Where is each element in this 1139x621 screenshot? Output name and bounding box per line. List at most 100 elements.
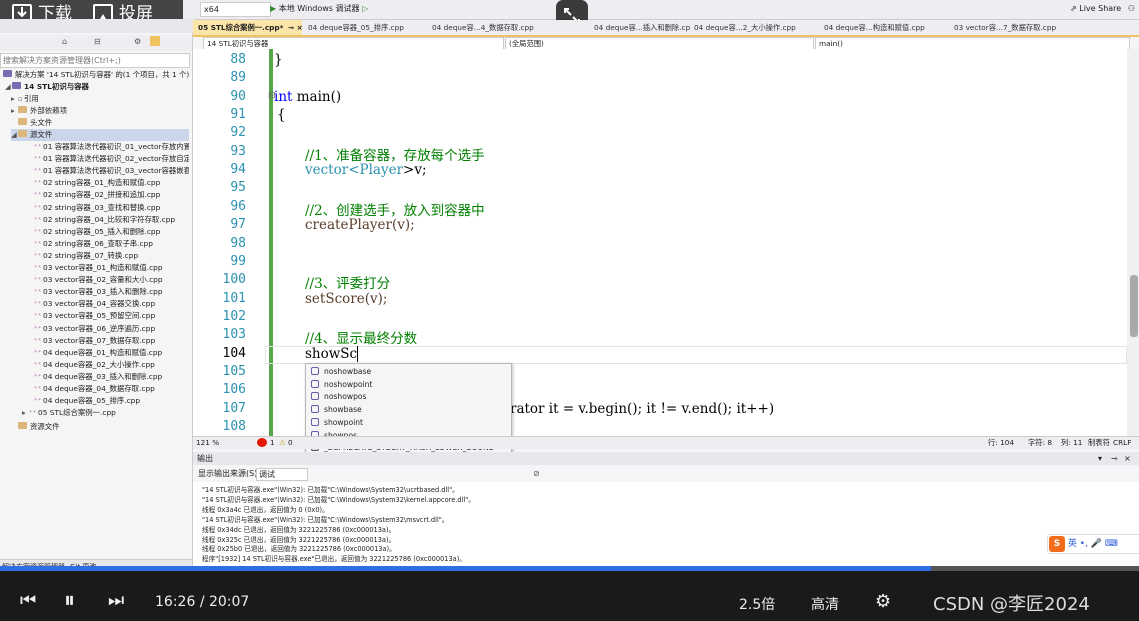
clear-output-icon[interactable]: ⊘ bbox=[533, 467, 540, 481]
collapse-arrow-icon[interactable]: ▸ bbox=[11, 93, 18, 105]
pin-icon[interactable]: ⊸ bbox=[1111, 452, 1118, 465]
close-icon[interactable]: × bbox=[297, 23, 302, 32]
intellisense-item[interactable]: noshowpos bbox=[308, 391, 508, 403]
source-file-item[interactable]: ⁺⁺ 02 string容器_01_构造和赋值.cpp bbox=[34, 177, 189, 189]
expand-arrow-icon[interactable]: ◢ bbox=[11, 129, 18, 141]
enum-member-icon bbox=[311, 405, 319, 414]
tab-deque-size[interactable]: 04 deque容...2_大小操作.cpp bbox=[689, 20, 820, 35]
source-file-item[interactable]: ⁺⁺ 03 vector容器_05_预留空间.cpp bbox=[34, 310, 189, 322]
source-file-item[interactable]: ⁺⁺ 03 vector容器_03_插入和删除.cpp bbox=[34, 286, 189, 298]
source-file-item[interactable]: ⁺⁺ 02 string容器_03_查找和替换.cpp bbox=[34, 202, 189, 214]
intellisense-item[interactable]: showpoint bbox=[308, 417, 508, 429]
collapse-arrow-icon[interactable]: ▸ bbox=[22, 407, 29, 419]
start-no-debug-icon[interactable]: ▷ bbox=[362, 4, 368, 13]
microphone-icon[interactable]: 🎤 bbox=[1091, 539, 1102, 549]
source-file-item[interactable]: ⁺⁺ 03 vector容器_01_构造和赋值.cpp bbox=[34, 262, 189, 274]
source-file-label: 04 deque容器_01_构造和赋值.cpp bbox=[43, 347, 163, 357]
collapse-icon[interactable]: ⊟ bbox=[94, 37, 101, 46]
tab-deque-sort[interactable]: 04 deque容器_05_排序.cpp bbox=[303, 20, 428, 35]
source-file-item[interactable]: ⁺⁺ 02 string容器_04_比较和字符存取.cpp bbox=[34, 214, 189, 226]
intellisense-item-label: noshowpos bbox=[324, 392, 367, 402]
zoom-level[interactable]: 121 % bbox=[196, 437, 219, 449]
ime-mode-label[interactable]: 英 bbox=[1068, 539, 1077, 549]
previous-icon[interactable]: ⏮ bbox=[20, 590, 36, 611]
dropdown-icon[interactable]: ▾ bbox=[1098, 452, 1102, 465]
source-file-item[interactable]: ⁺⁺ 03 vector容器_02_容量和大小.cpp bbox=[34, 274, 189, 286]
tab-deque-access[interactable]: 04 deque容...4_数据存取.cpp bbox=[427, 20, 560, 35]
warning-count[interactable]: 0 bbox=[288, 437, 293, 449]
home-icon[interactable]: ⌂ bbox=[62, 37, 67, 46]
speed-button[interactable]: 2.5倍 bbox=[739, 594, 775, 614]
intellisense-item[interactable]: showbase bbox=[308, 404, 508, 416]
settings-icon[interactable]: ⚙ bbox=[875, 591, 891, 612]
intellisense-item[interactable]: noshowbase bbox=[308, 366, 508, 378]
source-file-item[interactable]: ⁺⁺ 02 string容器_02_拼接和追加.cpp bbox=[34, 189, 189, 201]
source-file-item[interactable]: ⁺⁺ 04 deque容器_01_构造和赋值.cpp bbox=[34, 347, 189, 359]
tree-node-refs[interactable]: ▸ ▫引用 bbox=[11, 93, 189, 105]
platform-dropdown[interactable]: x64 bbox=[200, 2, 271, 17]
source-file-item[interactable]: ⁺⁺ 03 vector容器_04_容器交换.cpp bbox=[34, 298, 189, 310]
cpp-file-icon: ⁺⁺ bbox=[34, 385, 42, 393]
source-file-item[interactable]: ⁺⁺ 04 deque容器_03_插入和删除.cpp bbox=[34, 371, 189, 383]
enum-member-icon bbox=[311, 379, 319, 388]
source-file-item[interactable]: ⁺⁺ 04 deque容器_05_排序.cpp bbox=[34, 395, 189, 407]
tree-node-external[interactable]: ▸ 外部依赖项 bbox=[11, 105, 189, 117]
source-file-label: 02 string容器_02_拼接和追加.cpp bbox=[43, 190, 161, 200]
source-file-item[interactable]: ⁺⁺01 容器算法迭代器初识_03_vector容器嵌套vect bbox=[34, 165, 189, 177]
run-debugger-button[interactable]: ▶ 本地 Windows 调试器 ▷ bbox=[270, 2, 368, 16]
quality-button[interactable]: 高清 bbox=[811, 594, 839, 614]
punctuation-icon[interactable]: •, bbox=[1080, 539, 1088, 549]
solution-node[interactable]: 解决方案 '14 STL初识与容器' 的(1 个项目，共 1 个) bbox=[3, 69, 189, 81]
keyboard-icon[interactable]: ⌨ bbox=[1105, 539, 1118, 549]
code-line-104[interactable]: showSc bbox=[305, 346, 359, 362]
source-file-item[interactable]: ⁺⁺ 03 vector容器_07_数据存取.cpp bbox=[34, 335, 189, 347]
source-file-label: 02 string容器_05_插入和删除.cpp bbox=[43, 226, 161, 236]
source-file-label: 03 vector容器_05_预留空间.cpp bbox=[43, 311, 156, 321]
expand-arrow-icon[interactable]: ◢ bbox=[5, 81, 12, 93]
tree-node-resources[interactable]: 资源文件 bbox=[18, 421, 189, 433]
cpp-file-icon: ⁺⁺ bbox=[34, 215, 42, 224]
output-line: "14 STL初识与容器.exe"(Win32): 已加载"C:\Windows… bbox=[202, 515, 449, 524]
source-file-item[interactable]: ⁺⁺ 01 容器算法迭代器初识_02_vector存放自定 bbox=[34, 153, 189, 165]
close-icon[interactable]: × bbox=[1124, 452, 1131, 465]
source-file-item[interactable]: ⁺⁺ 03 vector容器_06_逆序遍历.cpp bbox=[34, 323, 189, 335]
source-file-item[interactable]: ⁺⁺ 04 deque容器_02_大小操作.cpp bbox=[34, 359, 189, 371]
ime-toolbar[interactable]: S 英 •, 🎤 ⌨ bbox=[1047, 534, 1139, 554]
source-file-item[interactable]: ⁺⁺ 04 deque容器_04_数据存取.cpp bbox=[34, 383, 189, 395]
status-tabs[interactable]: 制表符 bbox=[1088, 437, 1110, 449]
source-file-item[interactable]: ⁺⁺ 01 容器算法迭代器初识_01_vector存放内置 bbox=[34, 141, 189, 153]
properties-icon[interactable]: ⚙ bbox=[134, 37, 141, 46]
source-file-item[interactable]: ⁺⁺ 02 string容器_07_转换.cpp bbox=[34, 250, 189, 262]
source-file-item[interactable]: ⁺⁺ 02 string容器_05_插入和删除.cpp bbox=[34, 226, 189, 238]
line-number: 93 bbox=[230, 143, 246, 159]
source-file-label: 02 string容器_07_转换.cpp bbox=[43, 250, 139, 260]
output-text-area[interactable]: "14 STL初识与容器.exe"(Win32): 已加载"C:\Windows… bbox=[193, 482, 1139, 566]
pause-icon[interactable]: ⏸ bbox=[64, 588, 75, 613]
project-node[interactable]: ◢ 14 STL初识与容器 bbox=[5, 81, 189, 93]
tree-node-headers[interactable]: 头文件 bbox=[18, 117, 189, 129]
source-file-label: 03 vector容器_06_逆序遍历.cpp bbox=[43, 323, 156, 333]
tab-vector-access[interactable]: 03 vector容...7_数据存取.cpp bbox=[949, 20, 1074, 35]
live-share-button[interactable]: ⇗ Live Share ⚇ bbox=[1070, 2, 1135, 16]
tree-node-label: 源文件 bbox=[30, 130, 53, 139]
tab-stl-case-one[interactable]: 05 STL综合案例一.cpp* ⊸ × bbox=[193, 20, 302, 35]
source-file-item[interactable]: ⁺⁺ 02 string容器_06_查取子串.cpp bbox=[34, 238, 189, 250]
preview-icon[interactable] bbox=[150, 36, 160, 46]
error-count[interactable]: 1 bbox=[270, 437, 275, 449]
code-line-101: setScore(v); bbox=[305, 291, 388, 307]
status-line-ending[interactable]: CRLF bbox=[1113, 437, 1131, 449]
editor-vertical-scrollbar[interactable] bbox=[1127, 49, 1139, 436]
tree-node-sources[interactable]: ◢ 源文件 bbox=[11, 129, 189, 141]
next-icon[interactable]: ⏭ bbox=[108, 590, 124, 611]
tab-deque-insert[interactable]: 04 deque容...插入和删除.cpp bbox=[589, 20, 690, 35]
source-file-item[interactable]: ▸ ⁺⁺ 05 STL综合案例一.cpp bbox=[22, 407, 189, 419]
pin-icon[interactable]: ⊸ bbox=[288, 23, 294, 32]
status-col: 列: 11 bbox=[1061, 438, 1083, 447]
collapse-arrow-icon[interactable]: ▸ bbox=[11, 105, 18, 117]
scrollbar-thumb[interactable] bbox=[1130, 275, 1138, 337]
code-token: showSc bbox=[305, 346, 358, 362]
intellisense-item[interactable]: noshowpoint bbox=[308, 379, 508, 391]
solution-search-input[interactable]: 搜索解决方案资源管理器(Ctrl+;) bbox=[0, 53, 190, 68]
output-source-dropdown[interactable]: 调试 bbox=[256, 468, 308, 481]
tab-deque-construct[interactable]: 04 deque容...构造和赋值.cpp bbox=[819, 20, 952, 35]
